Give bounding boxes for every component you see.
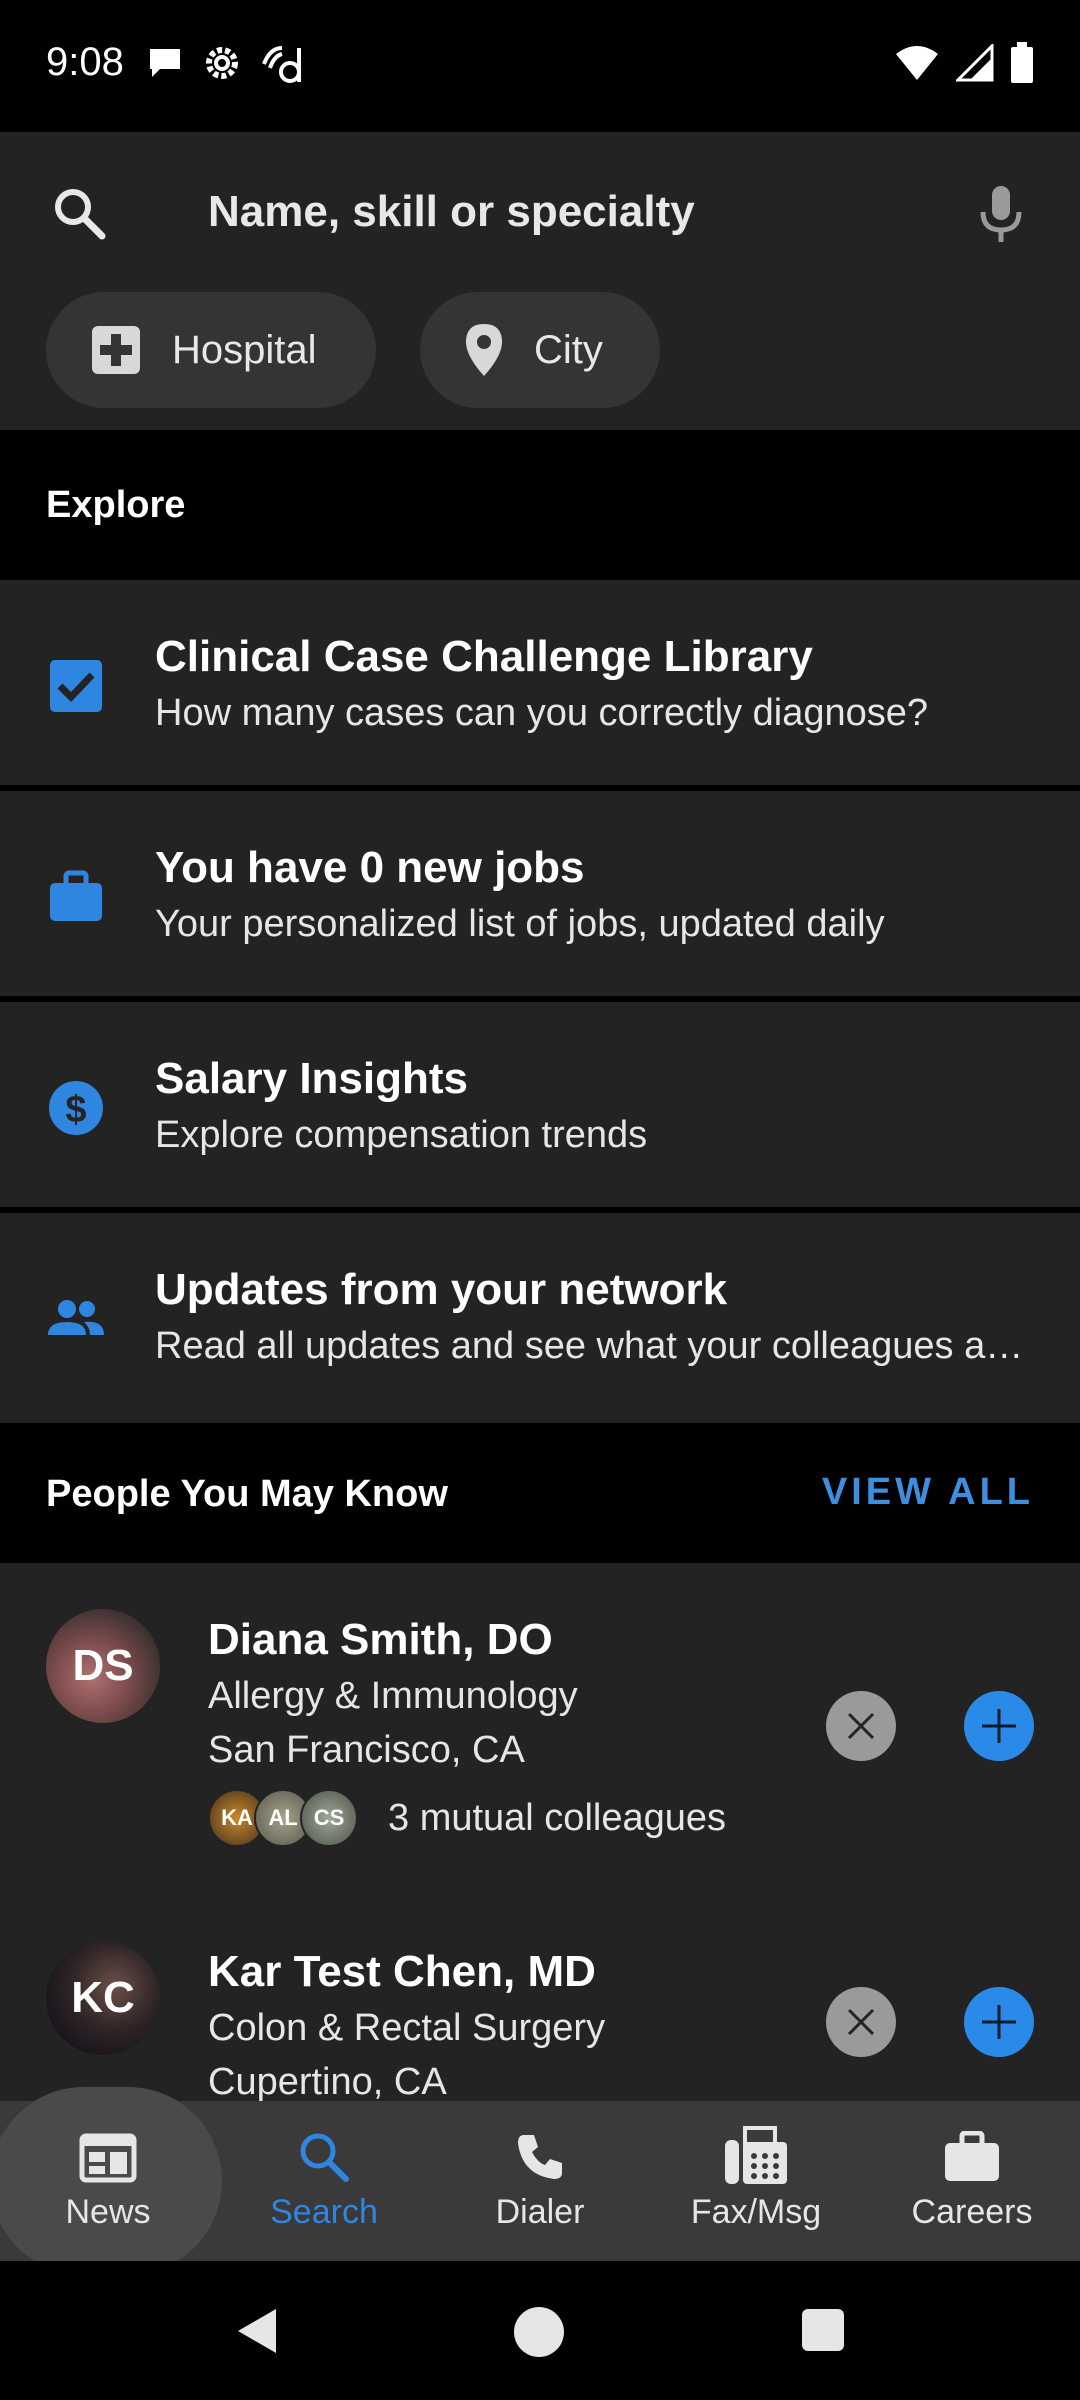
explore-item-network-updates[interactable]: Updates from your network Read all updat… (0, 1213, 1080, 1423)
people-list: DS Diana Smith, DO Allergy & Immunology … (0, 1563, 1080, 2101)
dismiss-button[interactable] (826, 1691, 896, 1761)
add-connection-button[interactable] (964, 1987, 1034, 2057)
chat-bubble-icon (150, 49, 180, 77)
explore-item-subtitle: How many cases can you correctly diagnos… (155, 692, 929, 734)
status-icons-left (146, 42, 306, 84)
explore-item-case-challenge[interactable]: Clinical Case Challenge Library How many… (0, 580, 1080, 788)
search-icon (300, 2133, 349, 2182)
wifi-icon (896, 46, 938, 80)
explore-header: Explore (0, 430, 1080, 580)
phone-icon (518, 2135, 562, 2179)
explore-item-jobs[interactable]: You have 0 new jobs Your personalized li… (0, 791, 1080, 999)
mutual-avatar: CS (300, 1789, 358, 1847)
person-specialty: Allergy & Immunology (208, 1675, 578, 1717)
microphone-icon[interactable] (978, 184, 1024, 246)
explore-item-subtitle: Explore compensation trends (155, 1114, 648, 1156)
view-all-link[interactable]: VIEW ALL (822, 1471, 1034, 1514)
search-input[interactable] (208, 182, 948, 242)
city-filter-chip[interactable]: City (420, 292, 660, 408)
people-icon (48, 1300, 104, 1335)
nav-label: Fax/Msg (690, 2193, 822, 2231)
nav-label: Search (270, 2193, 378, 2231)
nav-item-search[interactable]: Search (216, 2101, 432, 2261)
close-icon (847, 1712, 875, 1740)
fax-icon (725, 2126, 787, 2184)
bottom-navigation: News Search Dialer Fax/Msg Careers (0, 2087, 1080, 2275)
explore-item-salary[interactable]: $ Salary Insights Explore compensation t… (0, 1002, 1080, 1210)
recent-apps-icon[interactable] (800, 2307, 846, 2353)
explore-title: Explore (46, 484, 186, 526)
avatar[interactable]: KC (46, 1941, 160, 2055)
status-bar: 9:08 (0, 0, 1080, 132)
location-pin-icon (466, 324, 502, 376)
explore-item-title: Updates from your network (155, 1265, 728, 1314)
hospital-filter-chip[interactable]: Hospital (46, 292, 376, 408)
person-location: San Francisco, CA (208, 1729, 525, 1771)
people-you-may-know-header: People You May Know VIEW ALL (0, 1423, 1080, 1563)
system-navigation-bar (0, 2261, 1080, 2400)
add-connection-button[interactable] (964, 1691, 1034, 1761)
search-panel: Hospital City (0, 132, 1080, 430)
nav-label: Careers (911, 2193, 1033, 2231)
doximity-d-icon (262, 46, 301, 83)
home-icon[interactable] (512, 2305, 566, 2359)
cell-signal-icon (956, 44, 994, 82)
people-title: People You May Know (46, 1473, 448, 1515)
person-specialty: Colon & Rectal Surgery (208, 2007, 606, 2049)
newspaper-icon (79, 2133, 137, 2183)
person-location: Cupertino, CA (208, 2061, 447, 2101)
checkbox-icon (50, 660, 102, 712)
hospital-plus-icon (92, 326, 140, 374)
avatar[interactable]: DS (46, 1609, 160, 1723)
nav-label: News (65, 2193, 151, 2231)
close-icon (847, 2008, 875, 2036)
nav-item-fax[interactable]: Fax/Msg (648, 2101, 864, 2261)
avatar-initials: DS (72, 1641, 134, 1690)
avatar-initials: KC (71, 1973, 135, 2022)
briefcase-icon (50, 870, 102, 921)
back-icon[interactable] (232, 2305, 280, 2357)
explore-item-subtitle: Your personalized list of jobs, updated … (155, 903, 885, 945)
person-name: Diana Smith, DO (208, 1615, 553, 1664)
mutual-colleagues: KA AL CS 3 mutual colleagues (208, 1789, 726, 1847)
nav-label: Dialer (495, 2193, 585, 2231)
plus-icon (982, 1709, 1016, 1743)
search-icon[interactable] (52, 186, 106, 240)
briefcase-icon (945, 2131, 999, 2181)
explore-item-subtitle: Read all updates and see what your colle… (155, 1325, 1035, 1367)
nav-item-news[interactable]: News (0, 2101, 216, 2261)
hospital-filter-label: Hospital (172, 327, 317, 372)
explore-item-title: Clinical Case Challenge Library (155, 632, 813, 681)
nav-item-careers[interactable]: Careers (864, 2101, 1080, 2261)
person-name: Kar Test Chen, MD (208, 1947, 596, 1996)
svg-text:$: $ (65, 1089, 86, 1131)
nav-item-dialer[interactable]: Dialer (432, 2101, 648, 2261)
status-time: 9:08 (46, 40, 124, 84)
battery-icon (1011, 42, 1033, 83)
mutual-colleagues-count: 3 mutual colleagues (388, 1796, 726, 1839)
dollar-icon: $ (49, 1081, 103, 1135)
city-filter-label: City (534, 327, 603, 372)
settings-gear-icon (206, 47, 238, 79)
dismiss-button[interactable] (826, 1987, 896, 2057)
plus-icon (982, 2005, 1016, 2039)
explore-item-title: Salary Insights (155, 1054, 469, 1103)
status-icons-right (894, 42, 1034, 84)
explore-item-title: You have 0 new jobs (155, 843, 585, 892)
